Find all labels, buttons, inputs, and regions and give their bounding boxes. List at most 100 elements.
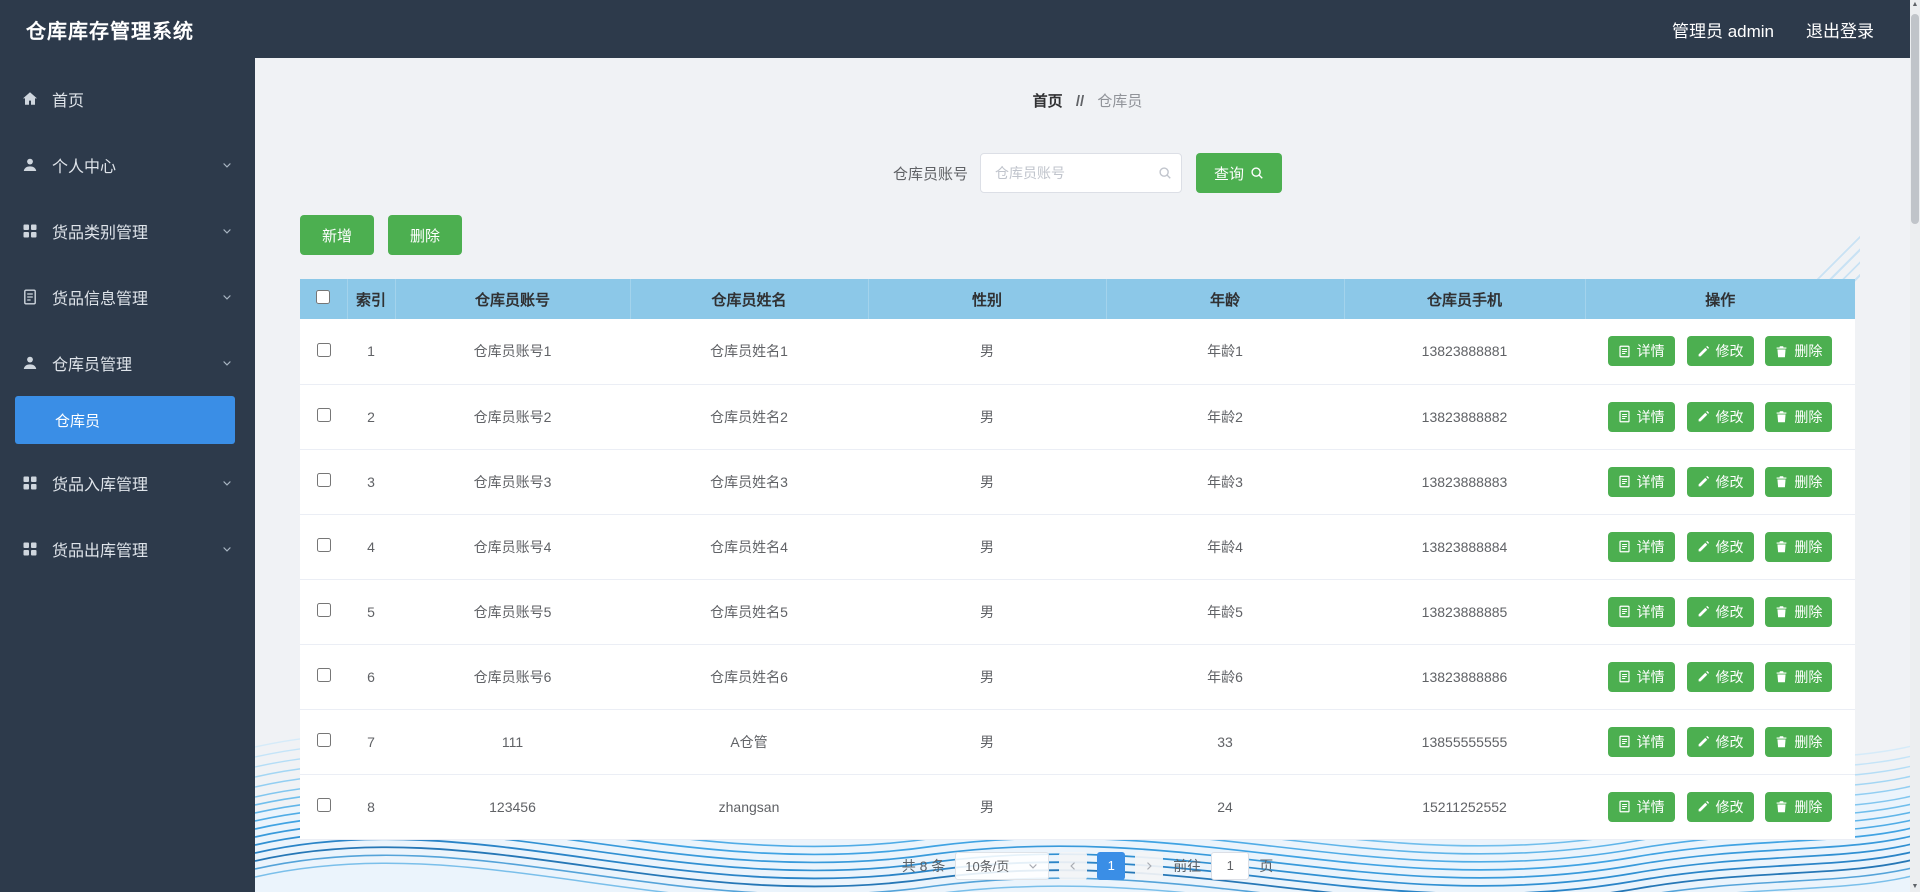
cell-operations: 详情 修改 删除 (1585, 709, 1855, 775)
select-all-checkbox[interactable] (316, 290, 331, 304)
row-delete-button[interactable]: 删除 (1765, 791, 1833, 822)
pencil-icon (1697, 800, 1710, 813)
page-size-select[interactable]: 10条/页 (955, 851, 1050, 880)
table-row: 5 仓库员账号5 仓库员姓名5 男 年龄5 13823888885 详情 修改 … (300, 579, 1855, 645)
table-row: 6 仓库员账号6 仓库员姓名6 男 年龄6 13823888886 详情 修改 … (300, 644, 1855, 710)
sidebar-item-goods-info[interactable]: 货品信息管理 (0, 264, 255, 330)
cell-name: 仓库员姓名5 (630, 579, 868, 645)
doc-icon (22, 289, 40, 305)
row-checkbox[interactable] (316, 473, 331, 487)
row-checkbox[interactable] (316, 668, 331, 682)
chevron-down-icon (221, 357, 233, 369)
edit-button[interactable]: 修改 (1686, 531, 1754, 562)
col-header-phone: 仓库员手机 (1344, 279, 1586, 319)
cell-index: 5 (347, 579, 395, 645)
detail-button[interactable]: 详情 (1607, 531, 1675, 562)
row-delete-button[interactable]: 删除 (1765, 661, 1833, 692)
row-delete-button[interactable]: 删除 (1765, 336, 1833, 367)
cell-gender: 男 (868, 319, 1106, 385)
row-checkbox[interactable] (316, 798, 331, 812)
detail-button[interactable]: 详情 (1607, 791, 1675, 822)
cell-index: 7 (347, 709, 395, 775)
detail-button[interactable]: 详情 (1607, 401, 1675, 432)
col-header-gender: 性别 (868, 279, 1107, 319)
edit-button[interactable]: 修改 (1686, 336, 1754, 367)
document-icon (1618, 735, 1631, 748)
row-checkbox-cell (300, 709, 347, 775)
detail-button[interactable]: 详情 (1607, 596, 1675, 627)
scroll-up-arrow[interactable]: ▲ (1910, 0, 1920, 10)
cell-gender: 男 (868, 449, 1106, 515)
table-row: 1 仓库员账号1 仓库员姓名1 男 年龄1 13823888881 详情 修改 … (300, 319, 1855, 385)
table-row: 3 仓库员账号3 仓库员姓名3 男 年龄3 13823888883 详情 修改 … (300, 449, 1855, 515)
detail-button[interactable]: 详情 (1607, 661, 1675, 692)
detail-button[interactable]: 详情 (1607, 466, 1675, 497)
sidebar-item-home[interactable]: 首页 (0, 66, 255, 132)
sidebar-menu: 首页 个人中心 货品类别管理 货品信息管理 仓库员管理 仓库员货品入库管理 货品出库管理 (0, 66, 255, 582)
cell-age: 年龄5 (1106, 579, 1344, 645)
cell-operations: 详情 修改 删除 (1585, 514, 1855, 580)
cell-account: 仓库员账号3 (395, 449, 630, 515)
cell-gender: 男 (868, 579, 1106, 645)
sidebar-item-outbound[interactable]: 货品出库管理 (0, 516, 255, 582)
edit-button[interactable]: 修改 (1686, 661, 1754, 692)
edit-button[interactable]: 修改 (1686, 791, 1754, 822)
row-checkbox[interactable] (316, 408, 331, 422)
row-delete-button[interactable]: 删除 (1765, 466, 1833, 497)
edit-button[interactable]: 修改 (1686, 401, 1754, 432)
scrollbar-thumb[interactable] (1911, 14, 1919, 224)
add-button[interactable]: 新增 (300, 215, 375, 255)
logout-link[interactable]: 退出登录 (1806, 17, 1874, 42)
prev-page-button[interactable] (1059, 851, 1088, 880)
sidebar-subitem-keeper[interactable]: 仓库员 (15, 396, 235, 444)
cell-account: 仓库员账号1 (395, 319, 630, 385)
row-checkbox-cell (300, 644, 347, 710)
cell-phone: 13823888882 (1344, 384, 1585, 450)
breadcrumb-separator: // (1075, 93, 1085, 110)
sidebar-item-profile[interactable]: 个人中心 (0, 132, 255, 198)
cell-operations: 详情 修改 删除 (1585, 774, 1855, 840)
cell-phone: 15211252552 (1344, 774, 1585, 840)
page-number-button[interactable]: 1 (1097, 851, 1126, 880)
cell-name: 仓库员姓名3 (630, 449, 868, 515)
detail-button[interactable]: 详情 (1607, 336, 1675, 367)
document-icon (1618, 540, 1631, 553)
edit-button[interactable]: 修改 (1686, 596, 1754, 627)
col-header-age: 年龄 (1106, 279, 1345, 319)
cell-age: 年龄1 (1106, 319, 1344, 385)
query-button[interactable]: 查询 (1196, 153, 1283, 193)
edit-button[interactable]: 修改 (1686, 466, 1754, 497)
row-checkbox[interactable] (316, 538, 331, 552)
cell-age: 年龄6 (1106, 644, 1344, 710)
edit-button[interactable]: 修改 (1686, 726, 1754, 757)
sidebar-item-inbound[interactable]: 货品入库管理 (0, 450, 255, 516)
chevron-down-icon (221, 225, 233, 237)
cell-gender: 男 (868, 774, 1106, 840)
sidebar-item-keeper-mgmt[interactable]: 仓库员管理 (0, 330, 255, 396)
sidebar-item-goods-category[interactable]: 货品类别管理 (0, 198, 255, 264)
breadcrumb-home[interactable]: 首页 (1033, 93, 1063, 110)
document-icon (1618, 800, 1631, 813)
detail-button[interactable]: 详情 (1607, 726, 1675, 757)
row-checkbox[interactable] (316, 342, 331, 357)
document-icon (1618, 410, 1631, 423)
cell-name: A仓管 (630, 709, 868, 775)
user-icon (22, 157, 40, 173)
grid-icon (22, 541, 40, 557)
delete-button[interactable]: 删除 (388, 215, 463, 255)
row-delete-button[interactable]: 删除 (1765, 531, 1833, 562)
row-checkbox[interactable] (316, 733, 331, 747)
table-header-row: 索引 仓库员账号 仓库员姓名 性别 年龄 仓库员手机 操作 (300, 279, 1855, 319)
search-input[interactable] (980, 153, 1182, 193)
row-delete-button[interactable]: 删除 (1765, 401, 1833, 432)
table-row: 2 仓库员账号2 仓库员姓名2 男 年龄2 13823888882 详情 修改 … (300, 384, 1855, 450)
row-delete-button[interactable]: 删除 (1765, 726, 1833, 757)
row-delete-button[interactable]: 删除 (1765, 596, 1833, 627)
next-page-button[interactable] (1135, 851, 1164, 880)
document-icon (1618, 475, 1631, 488)
goto-page-input[interactable] (1211, 851, 1250, 880)
table-row: 4 仓库员账号4 仓库员姓名4 男 年龄4 13823888884 详情 修改 … (300, 514, 1855, 580)
row-checkbox[interactable] (316, 603, 331, 617)
scroll-down-arrow[interactable]: ▼ (1910, 882, 1920, 892)
scrollbar[interactable]: ▲ ▼ (1910, 0, 1920, 892)
